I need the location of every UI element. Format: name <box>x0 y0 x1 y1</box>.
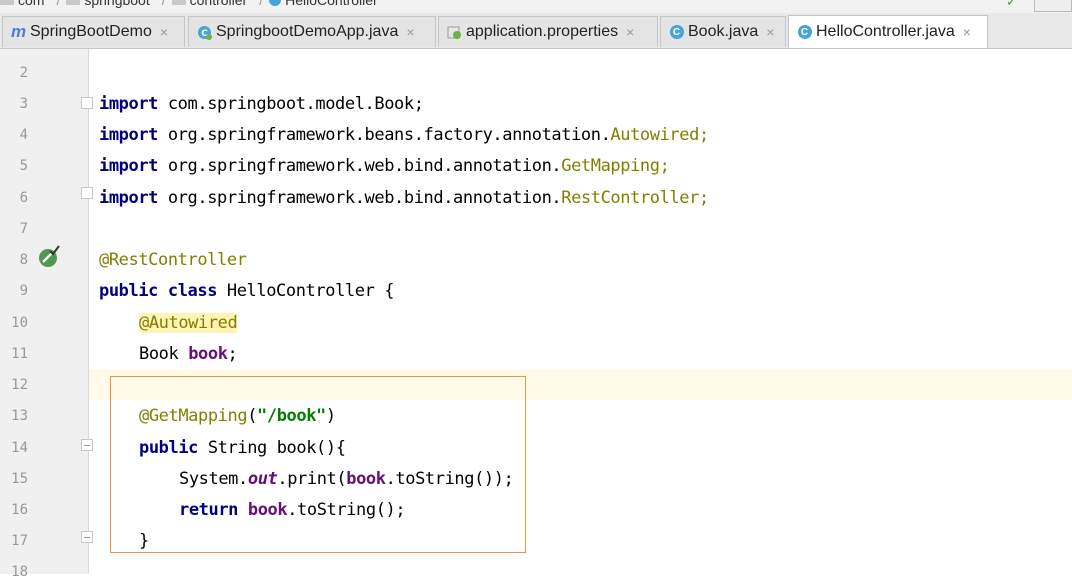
code-line-3[interactable]: import com.springboot.model.Book; <box>99 89 424 120</box>
tab-springbootdemo[interactable]: m SpringBootDemo × <box>2 16 185 47</box>
tab-book-java[interactable]: C Book.java × <box>660 16 786 47</box>
close-icon[interactable]: × <box>160 24 168 40</box>
tab-application-properties[interactable]: application.properties × <box>438 16 658 47</box>
spring-class-icon: C <box>197 25 212 40</box>
tab-hellocontroller-java[interactable]: C HelloController.java × <box>788 15 988 48</box>
fold-marker[interactable] <box>81 97 93 109</box>
line-number: 3 <box>19 96 28 112</box>
line-number: 14 <box>11 440 28 456</box>
line-number: 12 <box>11 377 28 393</box>
editor-tab-bar: m SpringBootDemo × C SpringbootDemoApp.j… <box>0 13 1072 49</box>
folder-icon <box>171 0 186 5</box>
check-icon[interactable]: ✓ <box>1006 0 1020 9</box>
breadcrumb-item-springboot[interactable]: springboot <box>66 0 150 8</box>
line-number: 10 <box>11 315 28 331</box>
line-number: 6 <box>19 190 28 206</box>
properties-icon <box>447 25 462 40</box>
close-icon[interactable]: × <box>406 24 414 40</box>
tab-springbootdemoapp[interactable]: C SpringbootDemoApp.java × <box>188 16 436 47</box>
class-icon: C <box>797 25 812 40</box>
code-line-4[interactable]: import org.springframework.beans.factory… <box>99 120 709 151</box>
code-line-10[interactable]: @Autowired <box>139 308 238 339</box>
class-icon: C <box>669 25 684 40</box>
line-number: 8 <box>19 252 28 268</box>
line-number: 9 <box>19 283 28 299</box>
tab-label: HelloController.java <box>816 23 955 40</box>
tab-label: SpringBootDemo <box>30 23 152 40</box>
close-icon[interactable]: × <box>626 24 634 40</box>
line-number: 4 <box>19 127 28 143</box>
tab-label: application.properties <box>466 23 619 40</box>
highlight-box <box>110 376 526 553</box>
toolbar-button[interactable] <box>1034 0 1072 12</box>
fold-marker[interactable] <box>81 439 93 451</box>
fold-marker[interactable] <box>81 187 93 199</box>
breadcrumb: com / springboot / controller / HelloCon… <box>0 0 1072 13</box>
close-icon[interactable]: × <box>766 24 774 40</box>
folder-icon <box>66 0 81 5</box>
code-editor[interactable]: 2 3 4 5 6 7 8 9 10 11 12 13 14 15 16 17 … <box>0 49 1072 580</box>
gutter[interactable]: 2 3 4 5 6 7 8 9 10 11 12 13 14 15 16 17 … <box>0 49 89 580</box>
fold-marker[interactable] <box>81 531 93 543</box>
tab-label: SpringbootDemoApp.java <box>216 23 399 40</box>
breadcrumb-item-hellocontroller[interactable]: HelloController <box>269 0 378 8</box>
class-icon <box>269 0 282 6</box>
line-number: 17 <box>11 533 28 549</box>
line-number: 18 <box>11 564 28 580</box>
line-number: 2 <box>19 65 28 81</box>
maven-icon: m <box>10 22 27 41</box>
code-line-6[interactable]: import org.springframework.web.bind.anno… <box>99 183 709 214</box>
tab-label: Book.java <box>688 23 759 40</box>
folder-icon <box>0 0 14 5</box>
line-number: 15 <box>11 471 28 487</box>
spring-bean-icon[interactable] <box>36 245 60 269</box>
code-line-5[interactable]: import org.springframework.web.bind.anno… <box>99 151 670 182</box>
breadcrumb-item-controller[interactable]: controller <box>171 0 247 8</box>
code-line-8[interactable]: @RestController <box>99 245 247 276</box>
code-line-11[interactable]: Book book; <box>139 339 238 370</box>
line-number: 13 <box>11 408 28 424</box>
line-number: 5 <box>19 158 28 174</box>
line-number: 7 <box>19 221 28 237</box>
close-icon[interactable]: × <box>963 24 971 40</box>
breadcrumb-item-com[interactable]: com <box>0 0 44 8</box>
line-number: 16 <box>11 502 28 518</box>
code-line-9[interactable]: public class HelloController { <box>99 276 394 307</box>
line-number: 11 <box>11 346 28 362</box>
